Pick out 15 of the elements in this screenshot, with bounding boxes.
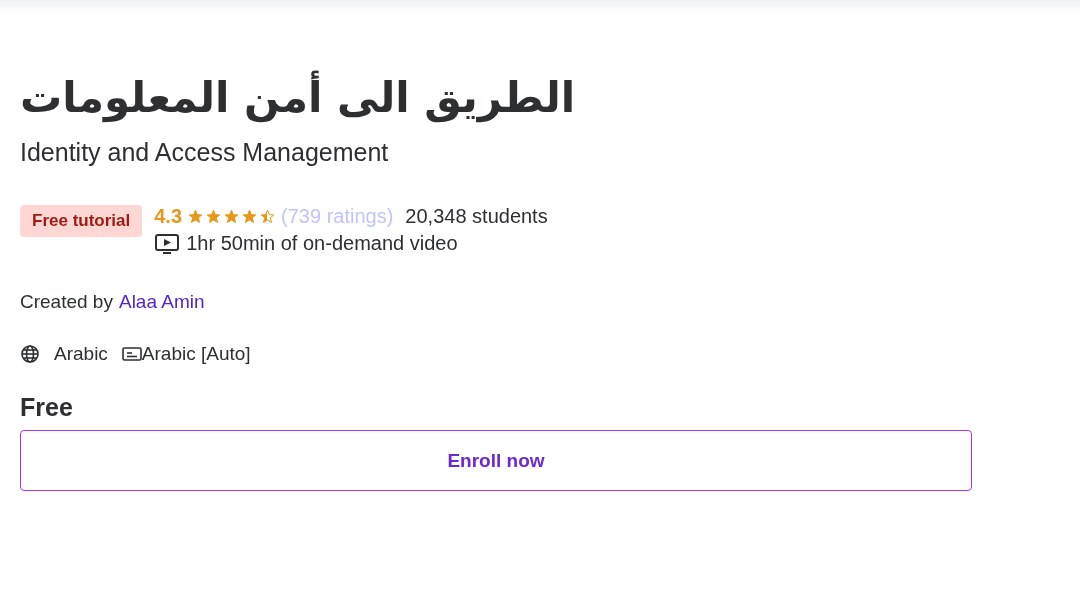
captions-language: Arabic [Auto] <box>141 343 251 365</box>
course-language: Arabic <box>54 343 108 365</box>
course-price: Free <box>20 393 74 422</box>
free-tutorial-badge: Free tutorial <box>20 205 143 237</box>
globe-icon <box>20 344 40 364</box>
video-play-icon <box>154 232 181 255</box>
created-by-label: Created by <box>20 291 113 313</box>
enroll-button[interactable]: Enroll now <box>20 430 972 491</box>
video-duration: 1hr 50min of on-demand video <box>186 232 458 255</box>
course-subtitle: Identity and Access Management <box>20 138 390 167</box>
course-title: الطريق الى أمن المعلومات <box>20 70 576 126</box>
instructor-link[interactable]: Alaa Amin <box>118 291 205 313</box>
rating-value: 4.3 <box>154 205 183 228</box>
captions-icon <box>121 346 142 362</box>
students-count: 20,348 students <box>405 205 548 228</box>
